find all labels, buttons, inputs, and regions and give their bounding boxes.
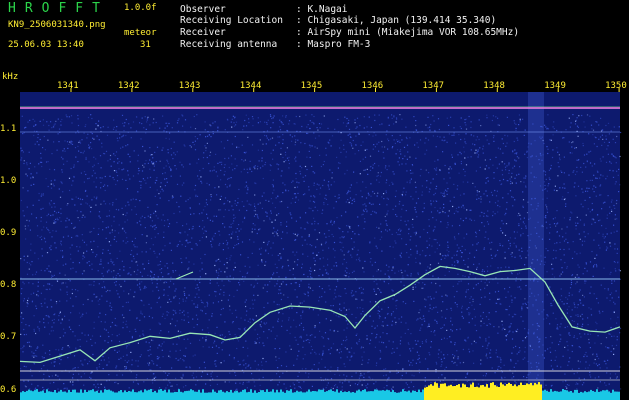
x-tick-label: 1350 — [605, 81, 627, 91]
y-tick-label: 1.1 — [0, 123, 17, 134]
x-tick-label: 1346 — [361, 81, 384, 91]
x-tick-label: 1349 — [544, 81, 566, 91]
y-tick-label: 0.6 — [0, 384, 17, 395]
spectrogram — [19, 78, 622, 400]
x-tick-label: 1348 — [483, 81, 505, 91]
interference-band — [528, 92, 544, 388]
x-tick-label: 1343 — [178, 81, 201, 91]
y-tick-label: 1.0 — [0, 175, 17, 186]
x-tick-label: 1345 — [300, 81, 323, 91]
x-tick-label: 1342 — [117, 81, 140, 91]
x-tick-label: 1347 — [422, 81, 445, 91]
y-tick-label: 0.8 — [0, 280, 17, 291]
x-tick-label: 1344 — [239, 81, 262, 91]
y-tick-label: 0.9 — [0, 227, 17, 238]
y-axis-label: kHz — [2, 72, 19, 82]
x-tick-label: 1341 — [57, 81, 79, 91]
y-tick-label: 0.7 — [0, 332, 17, 343]
